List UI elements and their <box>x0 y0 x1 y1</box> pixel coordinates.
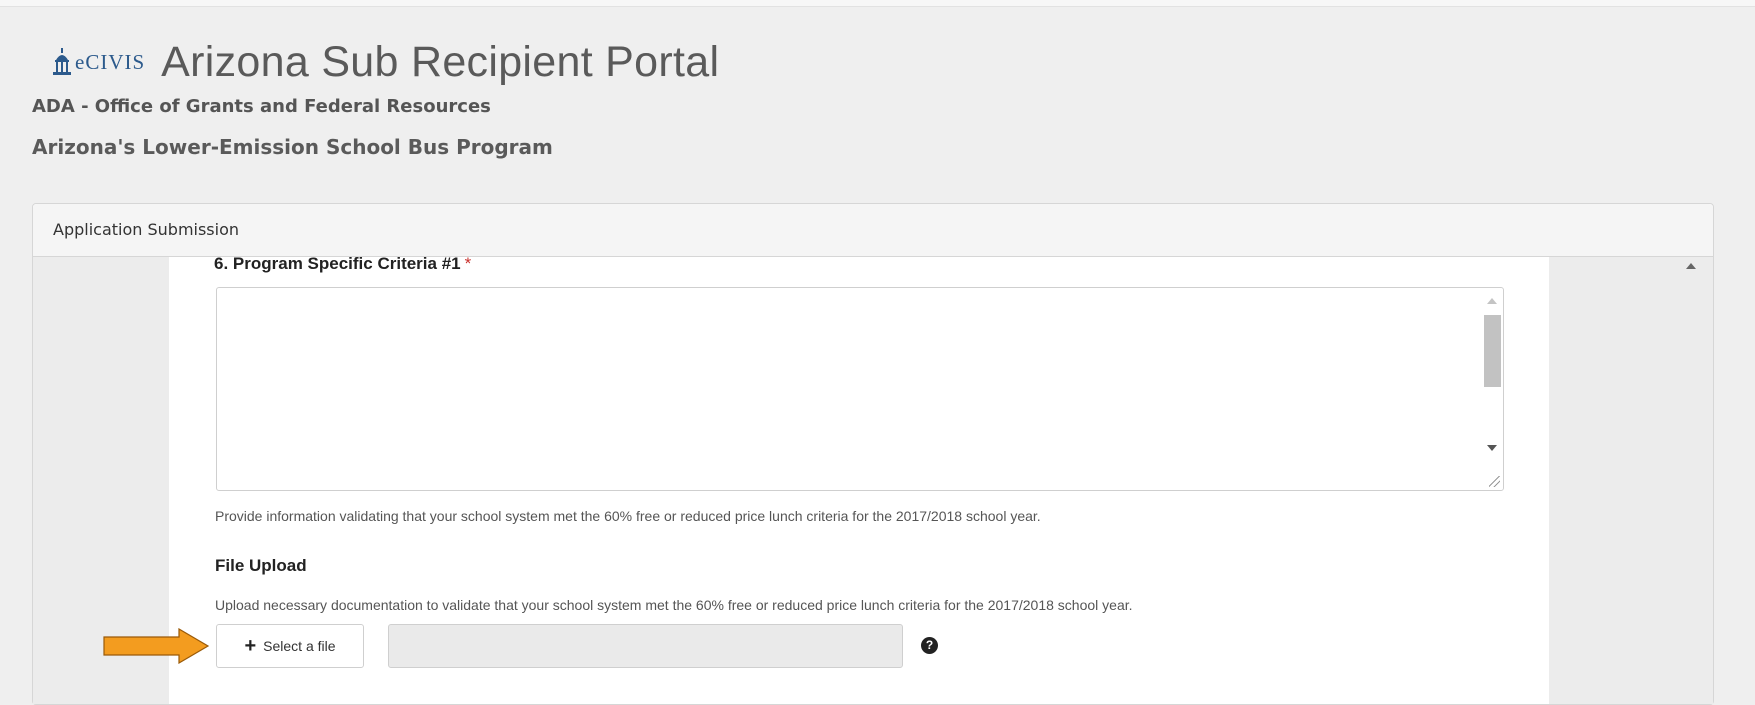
select-file-button[interactable]: + Select a file <box>216 624 364 668</box>
question-label: 6. Program Specific Criteria #1 * <box>214 254 471 274</box>
file-upload-label: File Upload <box>215 556 307 575</box>
scroll-up-arrow-icon[interactable] <box>1487 298 1497 304</box>
scroll-down-arrow-icon[interactable] <box>1487 445 1497 451</box>
question-help-text: Provide information validating that your… <box>215 508 1041 524</box>
selected-file-name-field[interactable] <box>388 624 903 668</box>
program-name: Arizona's Lower-Emission School Bus Prog… <box>32 135 553 159</box>
logo-wordmark: eCIVIS <box>75 50 146 74</box>
textarea-scrollbar[interactable] <box>1481 288 1503 490</box>
scroll-thumb[interactable] <box>1484 315 1501 387</box>
select-file-label: Select a file <box>263 638 336 654</box>
criteria-answer-textarea[interactable] <box>216 287 1504 491</box>
file-upload-help-text: Upload necessary documentation to valida… <box>215 597 1133 613</box>
question-circle-icon[interactable]: ? <box>921 637 938 654</box>
panel-scroll-up-arrow-icon[interactable] <box>1686 263 1696 269</box>
panel-heading: Application Submission <box>33 204 1713 257</box>
plus-icon: + <box>244 635 257 657</box>
capitol-icon <box>53 47 71 75</box>
resize-handle-icon[interactable] <box>1489 476 1500 487</box>
organization-name: ADA - Office of Grants and Federal Resou… <box>32 96 491 117</box>
brand: eCIVIS Arizona Sub Recipient Portal <box>52 38 719 87</box>
portal-title: Arizona Sub Recipient Portal <box>161 38 720 86</box>
ecivis-logo: eCIVIS <box>52 47 146 78</box>
orange-arrow-icon <box>103 628 210 664</box>
portal-header: eCIVIS Arizona Sub Recipient Portal <box>52 38 719 87</box>
required-asterisk: * <box>464 254 472 273</box>
top-border <box>0 0 1755 7</box>
question-label-text: 6. Program Specific Criteria #1 <box>214 254 461 273</box>
